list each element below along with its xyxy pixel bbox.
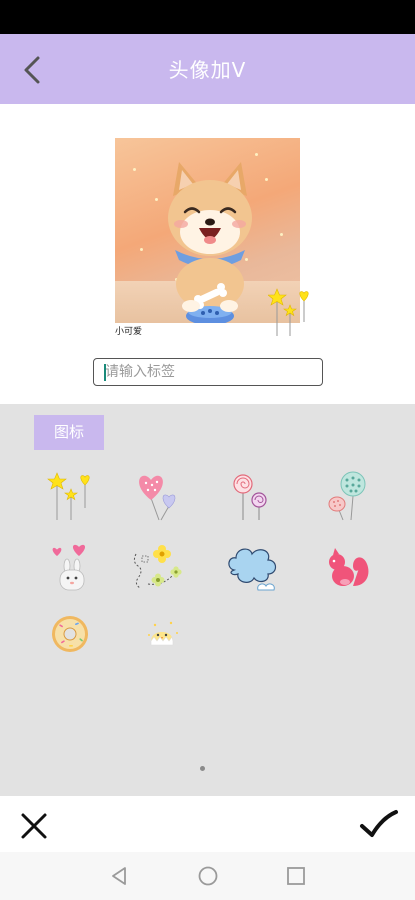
stars-hearts-icon [47,472,90,520]
nav-recents-button[interactable] [284,864,308,888]
text-caret [104,364,106,381]
puppy-illustration [168,162,252,323]
page-indicator-dot [200,766,205,771]
sticker-chick[interactable] [134,606,190,662]
sticker-panel: 图标 [0,404,415,796]
sticker-heart-balloons[interactable] [128,468,184,524]
cancel-button[interactable] [16,808,52,844]
chick-icon [148,621,178,646]
chevron-left-icon [24,56,40,84]
back-button[interactable] [14,52,50,88]
flowers-icon [133,545,182,589]
sticker-bunny-hearts[interactable] [42,540,98,596]
nav-home-button[interactable] [196,864,220,888]
sticker-squirrel[interactable] [320,540,376,596]
confirm-button[interactable] [358,808,400,844]
checkmark-icon [360,810,398,837]
sticker-flowers[interactable] [128,540,184,596]
editor-canvas: 小可爱 [0,104,415,404]
tag-input[interactable] [93,358,323,386]
sticker-cloud[interactable] [224,540,280,596]
sticker-donut[interactable] [42,606,98,662]
page-title: 头像加V [168,58,247,82]
applied-sticker-stars[interactable] [268,286,316,338]
sticker-stars-hearts[interactable] [42,468,98,524]
cloud-icon [228,548,277,591]
sticker-dotted-balloons[interactable] [322,468,378,524]
lollipops-icon [233,474,267,520]
circle-home-icon [198,866,218,886]
heart-balloons-icon [139,475,176,521]
bunny-hearts-icon [52,544,86,591]
nav-back-button[interactable] [108,864,132,888]
sticker-lollipops[interactable] [220,468,276,524]
app-bar: 头像加V [0,34,415,104]
square-recents-icon [287,867,305,885]
squirrel-icon [329,548,369,586]
system-nav-bar [0,852,415,900]
action-bar [0,796,415,852]
close-icon [21,813,47,839]
photo-caption: 小可爱 [115,327,143,337]
tab-icons[interactable]: 图标 [34,415,104,450]
donut-icon [52,616,88,652]
status-bar [0,0,415,34]
dotted-balloons-icon [328,471,366,521]
triangle-back-icon [112,867,126,885]
